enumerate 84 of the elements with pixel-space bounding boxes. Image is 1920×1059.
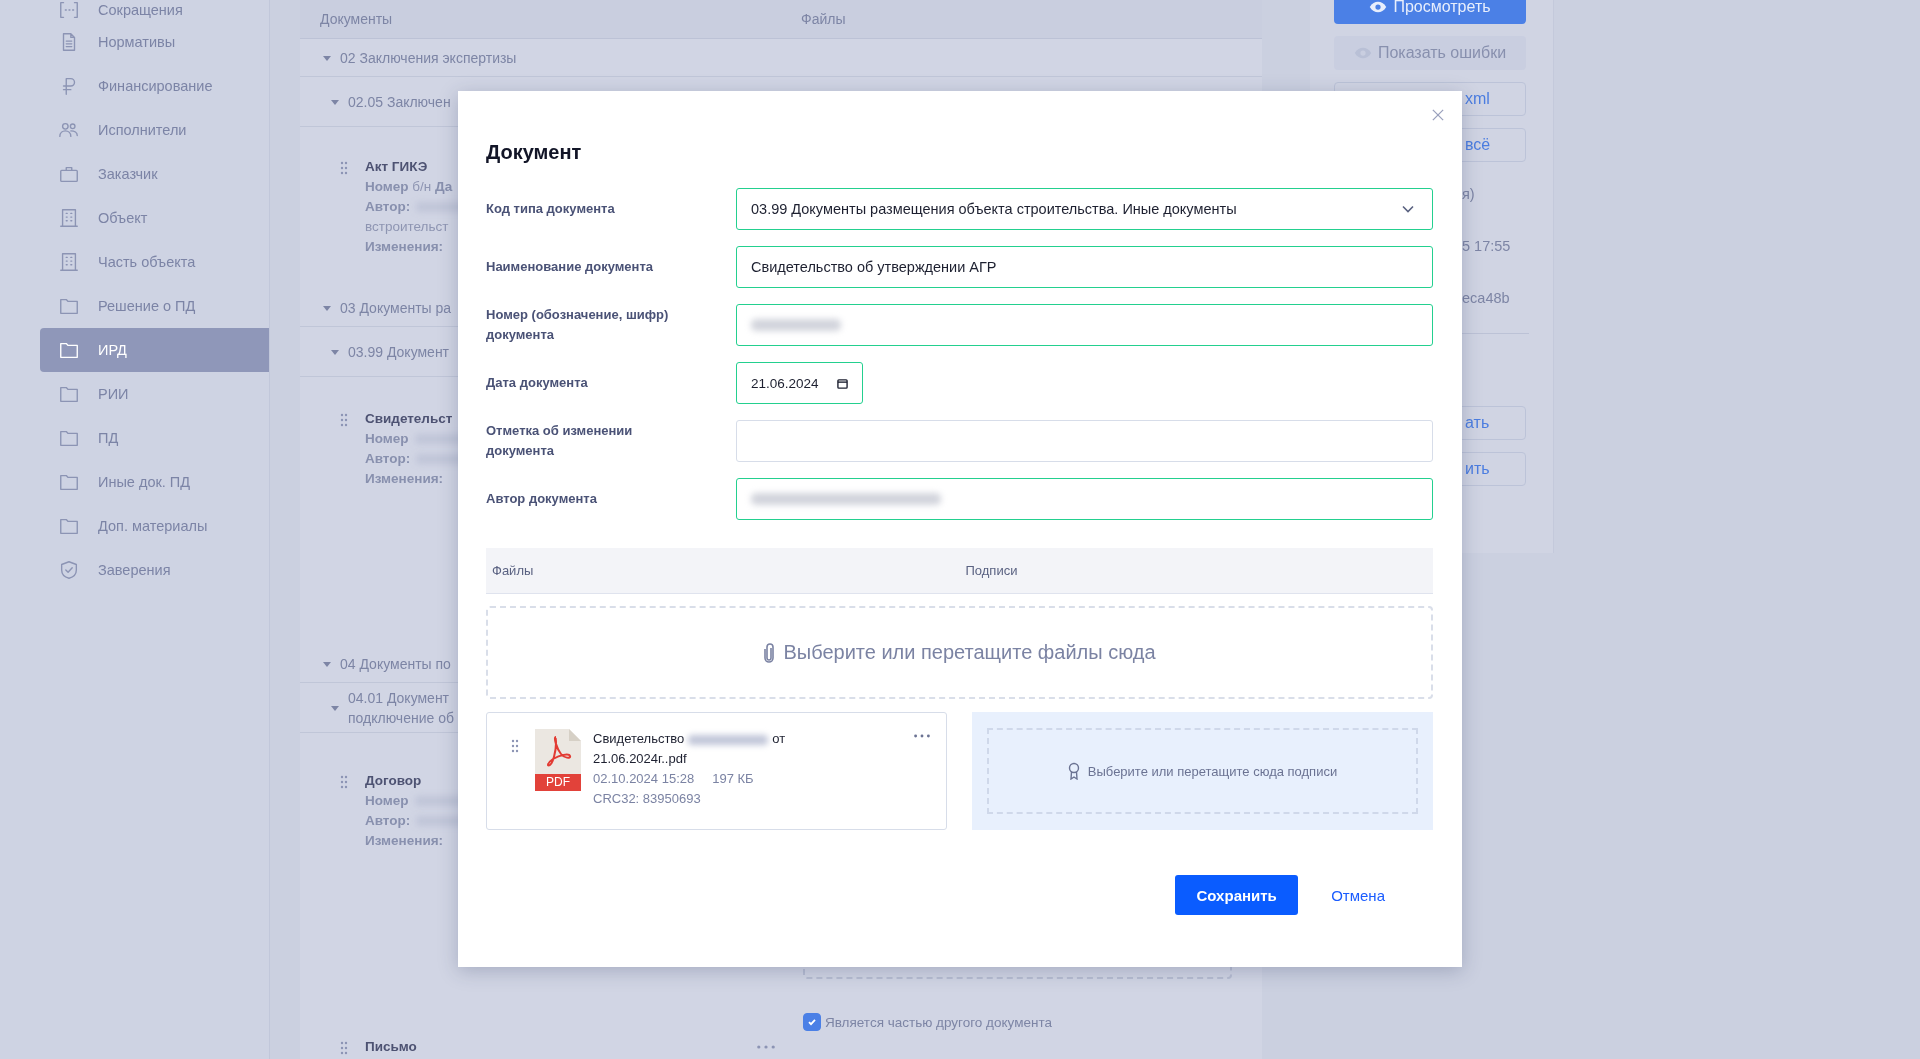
field-label: Код типа документа [486, 200, 616, 218]
document-title: Письмо [365, 1038, 417, 1056]
group-title: 02 Заключения экспертизы [340, 48, 517, 68]
document-detail: Автор: [365, 450, 411, 468]
more-icon[interactable] [757, 1045, 775, 1049]
info-text: eca48b [1462, 289, 1511, 308]
eye-icon [1369, 1, 1388, 13]
sidebar-item[interactable]: Заказчик [40, 152, 269, 196]
sidebar-item[interactable]: Объект [40, 196, 269, 240]
field-label: Наименование документа [486, 258, 655, 276]
sidebar-item[interactable]: Иные док. ПД [40, 460, 269, 504]
sidebar-item[interactable]: ПД [40, 416, 269, 460]
sidebar-item[interactable]: Нормативы [40, 20, 269, 64]
drag-handle-icon[interactable] [340, 413, 348, 427]
document-detail: Номер [365, 792, 409, 810]
file-size: 197 КБ [712, 771, 754, 786]
chevron-down-icon [1402, 205, 1414, 213]
sidebar-item[interactable]: Часть объекта [40, 240, 269, 284]
signature-dropzone[interactable]: Выберите или перетащите сюда подписи [987, 728, 1418, 814]
paperclip-icon [763, 642, 776, 663]
panel-button[interactable]: Просмотреть [1334, 0, 1526, 24]
save-button[interactable]: Сохранить [1175, 875, 1299, 915]
group-title: 04.01 Документ подключение об [348, 688, 454, 728]
award-icon [1067, 762, 1080, 780]
group-title: 03.99 Документ [348, 342, 450, 362]
field-label: Дата документа [486, 374, 589, 392]
document-detail: Изменения: [365, 238, 444, 256]
document-title: Договор [365, 772, 422, 790]
info-text: 5 17:55 [1462, 237, 1512, 256]
drag-handle-icon[interactable] [340, 1041, 348, 1055]
info-text: я) [1462, 185, 1476, 204]
document-title: Свидетельст [365, 410, 453, 428]
document-detail: Номер [365, 430, 409, 448]
group-title: 03 Документы ра [340, 298, 452, 318]
document-detail: Номер б/н Да [365, 178, 453, 196]
calendar-icon [837, 377, 848, 389]
drag-handle-icon[interactable] [340, 161, 348, 175]
document-detail: Изменения: [365, 832, 444, 850]
sidebar-item[interactable]: Решение о ПД [40, 284, 269, 328]
dropdown-field[interactable]: 03.99 Документы размещения объекта строительства. Иные документы [736, 188, 1433, 230]
column-header: Файлы [491, 563, 535, 578]
sidebar-item[interactable]: Исполнители [40, 108, 269, 152]
file-name: Свидетельство от 21.06.2024г..pdf [593, 730, 787, 768]
sidebar-item[interactable]: ИРД [40, 328, 269, 372]
sidebar-item[interactable]: Заверения [40, 548, 269, 592]
building-icon [58, 207, 80, 229]
document-detail: встроительст [365, 218, 449, 236]
checkbox-label: Является частью другого документа [825, 1014, 1052, 1030]
file-dropzone[interactable]: Выберите или перетащите файлы сюда [486, 606, 1433, 699]
group-title: 04 Документы по [340, 654, 451, 674]
file-date: 02.10.2024 15:28 [593, 771, 695, 786]
document-title: Акт ГИКЭ [365, 158, 428, 176]
more-icon[interactable] [914, 734, 930, 738]
checkbox[interactable] [803, 1013, 821, 1031]
text-field[interactable] [736, 478, 1433, 520]
group-title: 02.05 Заключен [348, 92, 451, 112]
field-label: Автор документа [486, 490, 598, 508]
shield-icon [58, 559, 80, 581]
brackets-icon [58, 0, 80, 21]
text-field[interactable] [736, 304, 1433, 346]
checkmark-icon [806, 1016, 818, 1028]
field-label: Номер (обозначение, шифр) документа [486, 306, 670, 344]
drag-handle-icon[interactable] [511, 739, 519, 753]
dialog-title: Документ [486, 140, 583, 165]
field-label: Отметка об изменении документа [486, 422, 634, 460]
column-header: Документы [319, 11, 394, 27]
drag-handle-icon[interactable] [340, 775, 348, 789]
text-field[interactable]: Свидетельство об утверждении АГР [736, 246, 1433, 288]
document-detail: Автор: [365, 812, 411, 830]
document-detail: Автор: [365, 198, 411, 216]
close-icon[interactable] [1432, 109, 1444, 121]
file-type-badge: PDF [535, 774, 581, 791]
document-detail: Изменения: [365, 470, 444, 488]
file-checksum: CRC32: 83950693 [593, 790, 702, 808]
text-field[interactable] [736, 420, 1433, 462]
column-header: Подписи [964, 563, 1019, 578]
sidebar-item[interactable]: Финансирование [40, 64, 269, 108]
building-icon [58, 251, 80, 273]
column-header: Файлы [800, 11, 847, 27]
sidebar-item[interactable]: Сокращения [40, 0, 269, 20]
sidebar-item[interactable]: Доп. материалы [40, 504, 269, 548]
cancel-link[interactable]: Отмена [1331, 886, 1385, 904]
sidebar-item[interactable]: РИИ [40, 372, 269, 416]
date-field[interactable]: 21.06.2024 [736, 362, 863, 404]
